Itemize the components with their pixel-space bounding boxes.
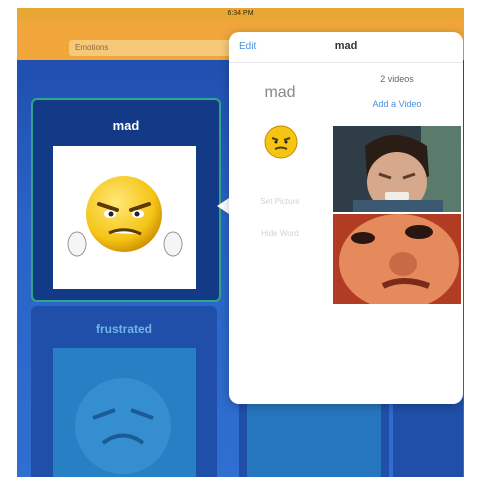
- emotion-card-mad[interactable]: mad: [31, 98, 221, 302]
- frustrated-face-icon: [75, 378, 171, 474]
- card-label: frustrated: [95, 322, 152, 336]
- angry-face-icon: [263, 124, 299, 160]
- video-count: 2 videos: [380, 74, 414, 84]
- status-bar: 6:34 PM: [17, 8, 464, 20]
- hide-word-button[interactable]: Hide Word: [229, 229, 331, 238]
- emotion-card-frustrated[interactable]: frustrated: [31, 306, 217, 477]
- app-screen: 6:34 PM Emotions mad frustrated Edit mad…: [17, 8, 464, 477]
- word-title: mad: [264, 84, 296, 101]
- angry-face-image: [53, 146, 196, 289]
- popover-title: mad: [334, 40, 358, 52]
- card-label: mad: [112, 118, 140, 133]
- status-time: 6:34 PM: [227, 10, 254, 17]
- add-video-button[interactable]: Add a Video: [331, 99, 463, 109]
- video-thumbnail[interactable]: [333, 126, 461, 212]
- set-picture-button[interactable]: Set Picture: [229, 197, 331, 206]
- video-thumbnail[interactable]: [333, 214, 461, 304]
- popover-header: Edit mad: [229, 32, 463, 63]
- popover-arrow: [217, 198, 229, 214]
- word-detail-popover: Edit mad mad Set Picture Hide Word 2 vid…: [229, 32, 463, 404]
- word-info-column: mad Set Picture Hide Word: [229, 62, 331, 404]
- angry-face-icon: [67, 176, 183, 257]
- frustrated-face-image: [53, 348, 196, 477]
